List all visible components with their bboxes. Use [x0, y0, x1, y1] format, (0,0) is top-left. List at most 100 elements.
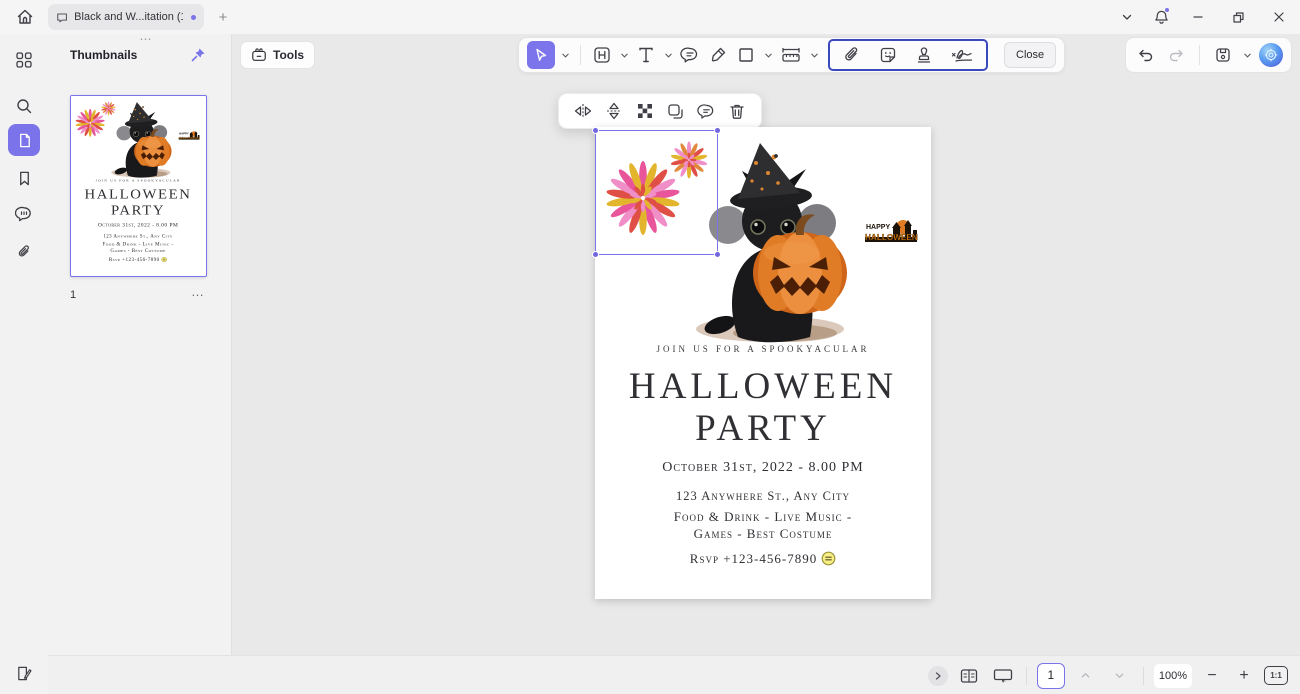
attachment-tool-button[interactable]: [840, 41, 864, 69]
invitation-activities-1[interactable]: Food & Drink - Live Music -: [595, 509, 931, 525]
happy-halloween-sticker[interactable]: HAPPY HALLOWEEN: [863, 217, 919, 251]
zoom-level-display[interactable]: 100%: [1154, 664, 1192, 688]
svg-text:HALLOWEEN: HALLOWEEN: [179, 136, 201, 140]
invitation-rsvp[interactable]: Rsvp +123-456-7890: [595, 551, 931, 567]
signature-tool-button[interactable]: [948, 41, 976, 69]
invitation-datetime[interactable]: October 31st, 2022 - 8.00 PM: [595, 460, 931, 476]
actual-size-button[interactable]: 1:1: [1264, 666, 1288, 685]
document-tab[interactable]: Black and W...itation (1): [48, 4, 204, 30]
save-icon: [1214, 46, 1232, 64]
ai-assistant-button[interactable]: [1259, 43, 1283, 67]
comment-button[interactable]: [694, 99, 718, 123]
close-window-button[interactable]: [1258, 0, 1300, 34]
rsvp-note-icon[interactable]: [821, 551, 836, 566]
bookmark-icon: [16, 170, 33, 187]
invitation-kicker[interactable]: Join us for a spookyacular: [595, 344, 931, 354]
annotation-tools-highlight-group: [828, 39, 988, 71]
measure-tool-button[interactable]: [778, 41, 804, 69]
document-tab-icon: [56, 11, 68, 24]
home-button[interactable]: [12, 5, 38, 29]
comment-tool-button[interactable]: [678, 41, 702, 69]
new-tab-button[interactable]: +: [212, 5, 234, 29]
selection-handle-top-right[interactable]: [714, 127, 721, 134]
minimize-button[interactable]: [1178, 0, 1218, 34]
edit-tool-dropdown[interactable]: [618, 41, 630, 69]
delete-button[interactable]: [725, 99, 749, 123]
invitation-title-line1[interactable]: HALLOWEEN: [595, 365, 931, 408]
page-view-mode-button[interactable]: [956, 663, 982, 689]
titlebar-chevron-button[interactable]: [1110, 0, 1144, 34]
expand-statusbar-button[interactable]: [928, 666, 948, 686]
selection-handle-top-left[interactable]: [592, 127, 599, 134]
page-thumbnail-preview: HAPPY HALLOWEEN Join us for a spookyacul…: [71, 96, 205, 275]
redo-button[interactable]: [1164, 41, 1188, 69]
opacity-button[interactable]: [633, 99, 657, 123]
document-page[interactable]: HAPPY HALLOWEEN Join us for a spookyacul…: [595, 127, 931, 599]
selection-handle-bottom-right[interactable]: [714, 251, 721, 258]
invitation-kicker-text: Join us for a spookyacular: [656, 344, 869, 354]
measure-tool-dropdown[interactable]: [808, 41, 820, 69]
chevron-down-icon: [764, 51, 773, 60]
flip-vertical-icon: [604, 101, 624, 121]
chevron-down-icon: [1114, 670, 1125, 681]
search-button[interactable]: [8, 90, 40, 122]
bookmarks-button[interactable]: [8, 162, 40, 194]
toolbar-divider: [580, 45, 581, 65]
thumbnails-panel-button[interactable]: [8, 124, 40, 156]
statusbar-divider: [1143, 667, 1144, 685]
select-tool-dropdown[interactable]: [559, 41, 571, 69]
text-tool-dropdown[interactable]: [662, 41, 674, 69]
flip-vertical-button[interactable]: [602, 99, 626, 123]
home-icon: [15, 7, 35, 27]
left-rail: [0, 34, 48, 694]
duplicate-button[interactable]: [663, 99, 687, 123]
save-button[interactable]: [1211, 41, 1235, 69]
close-tool-button[interactable]: Close: [1004, 42, 1056, 68]
zoom-out-button[interactable]: −: [1200, 667, 1224, 685]
invitation-title-line2[interactable]: PARTY: [595, 407, 931, 450]
selection-handle-bottom-left[interactable]: [592, 251, 599, 258]
page-number-input[interactable]: 1: [1037, 663, 1065, 689]
chevron-down-icon: [810, 51, 819, 60]
comments-panel-button[interactable]: [8, 198, 40, 230]
panel-drag-handle[interactable]: ⋯: [128, 34, 164, 48]
undo-button[interactable]: [1134, 41, 1158, 69]
pen-tool-button[interactable]: [706, 41, 730, 69]
image-selection-box[interactable]: [595, 130, 718, 255]
invitation-rsvp-text: Rsvp +123-456-7890: [690, 551, 817, 566]
page-thumbnail[interactable]: HAPPY HALLOWEEN Join us for a spookyacul…: [70, 95, 207, 277]
page-icon: [16, 132, 33, 149]
shapes-tool-dropdown[interactable]: [762, 41, 774, 69]
shapes-tool-button[interactable]: [734, 41, 758, 69]
chevron-down-icon: [620, 51, 629, 60]
select-tool-button[interactable]: [527, 41, 555, 69]
flip-horizontal-button[interactable]: [571, 99, 595, 123]
stamp-tool-button[interactable]: [912, 41, 936, 69]
restore-button[interactable]: [1218, 0, 1258, 34]
batch-tools-button[interactable]: [11, 660, 37, 686]
next-page-button[interactable]: [1107, 663, 1133, 689]
presentation-mode-button[interactable]: [990, 663, 1016, 689]
two-page-view-icon: [959, 667, 979, 685]
attachments-panel-button[interactable]: [8, 236, 40, 268]
thumbnail-more-button[interactable]: …: [191, 284, 205, 299]
edit-tool-button[interactable]: [590, 41, 614, 69]
notifications-button[interactable]: [1144, 0, 1178, 34]
text-tool-button[interactable]: [634, 41, 658, 69]
invitation-activities-2[interactable]: Games - Best Costume: [595, 526, 931, 542]
pin-icon: [190, 47, 206, 63]
statusbar-divider: [1026, 667, 1027, 685]
tools-button[interactable]: Tools: [240, 41, 315, 69]
save-dropdown[interactable]: [1241, 41, 1253, 69]
invitation-address[interactable]: 123 Anywhere St., Any City: [595, 489, 931, 504]
sticker-tool-button[interactable]: [876, 41, 900, 69]
chevron-down-icon: [1243, 51, 1252, 60]
zoom-in-button[interactable]: +: [1232, 667, 1256, 685]
comment-icon: [680, 45, 700, 65]
previous-page-button[interactable]: [1073, 663, 1099, 689]
status-bar-controls: 1 100% − + 1:1: [928, 656, 1288, 694]
document-tab-title: Black and W...itation (1): [74, 11, 183, 23]
app-grid-button[interactable]: [8, 44, 40, 76]
pin-panel-button[interactable]: [187, 44, 209, 66]
chevron-up-icon: [1080, 670, 1091, 681]
